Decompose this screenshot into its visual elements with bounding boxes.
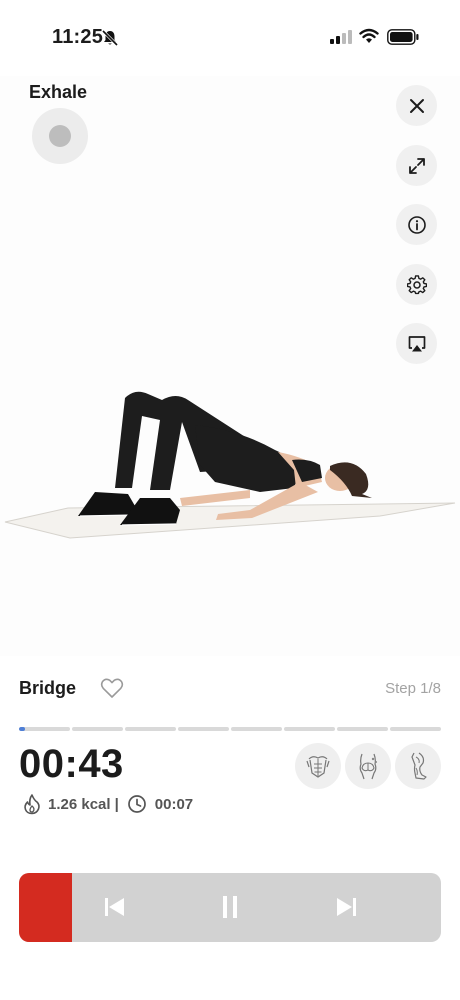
airplay-icon xyxy=(408,335,425,351)
muscle-group-legs[interactable] xyxy=(395,743,441,789)
close-icon xyxy=(409,98,424,113)
calories-value: 1.26 kcal xyxy=(48,795,111,813)
exercise-mat xyxy=(4,502,456,539)
previous-button[interactable] xyxy=(94,887,134,927)
close-button[interactable] xyxy=(396,85,437,126)
muscle-group-abs[interactable] xyxy=(295,743,341,789)
progress-segment xyxy=(19,727,70,731)
progress-segment xyxy=(125,727,176,731)
breathing-label: Exhale xyxy=(29,82,88,102)
figure-shoe-left xyxy=(78,492,135,516)
exercise-video-area[interactable] xyxy=(0,76,460,656)
exercise-name: Bridge xyxy=(19,678,77,698)
heart-outline-icon[interactable] xyxy=(100,677,124,699)
exercise-illustration xyxy=(4,391,456,539)
abs-muscle-icon xyxy=(306,756,330,778)
bell-slash-icon xyxy=(101,29,119,47)
workout-stats: 1.26 kcal | 00:07 xyxy=(22,793,193,815)
progress-segment xyxy=(337,727,388,731)
skip-previous-icon xyxy=(105,898,124,916)
workout-progress xyxy=(19,727,441,732)
wifi-icon xyxy=(359,28,379,43)
skip-next-icon xyxy=(337,898,356,916)
progress-segment xyxy=(231,727,282,731)
breathing-dot xyxy=(49,125,71,147)
info-icon xyxy=(407,215,426,234)
player-progress-fill xyxy=(19,873,72,942)
progress-segment xyxy=(178,727,229,731)
airplay-button[interactable] xyxy=(396,323,437,364)
progress-segment xyxy=(390,727,441,731)
elapsed-time: 00:07 xyxy=(154,795,194,813)
expand-icon xyxy=(408,157,425,174)
cellular-signal-icon xyxy=(330,30,352,44)
flame-icon xyxy=(24,794,40,815)
countdown-timer: 00:43 xyxy=(19,742,124,786)
breathing-indicator xyxy=(32,108,88,164)
progress-segment xyxy=(284,727,335,731)
progress-segment xyxy=(72,727,123,731)
status-bar: 11:25 xyxy=(0,0,460,76)
legs-muscle-icon xyxy=(411,752,427,780)
pause-icon xyxy=(223,896,237,918)
glutes-muscle-icon xyxy=(359,753,377,780)
settings-gear-icon xyxy=(406,274,427,294)
battery-icon xyxy=(387,29,419,45)
next-button[interactable] xyxy=(327,887,367,927)
step-counter: Step 1/8 xyxy=(385,680,441,697)
muscle-group-glutes[interactable] xyxy=(345,743,391,789)
status-time: 11:25 xyxy=(52,26,104,48)
stats-separator: | xyxy=(114,795,119,813)
fullscreen-button[interactable] xyxy=(396,145,437,186)
progress-segment-fill xyxy=(19,727,26,731)
pause-button[interactable] xyxy=(210,887,250,927)
player-bar[interactable] xyxy=(19,873,441,942)
clock-icon xyxy=(127,795,146,813)
info-button[interactable] xyxy=(396,204,437,245)
settings-button[interactable] xyxy=(396,264,437,305)
